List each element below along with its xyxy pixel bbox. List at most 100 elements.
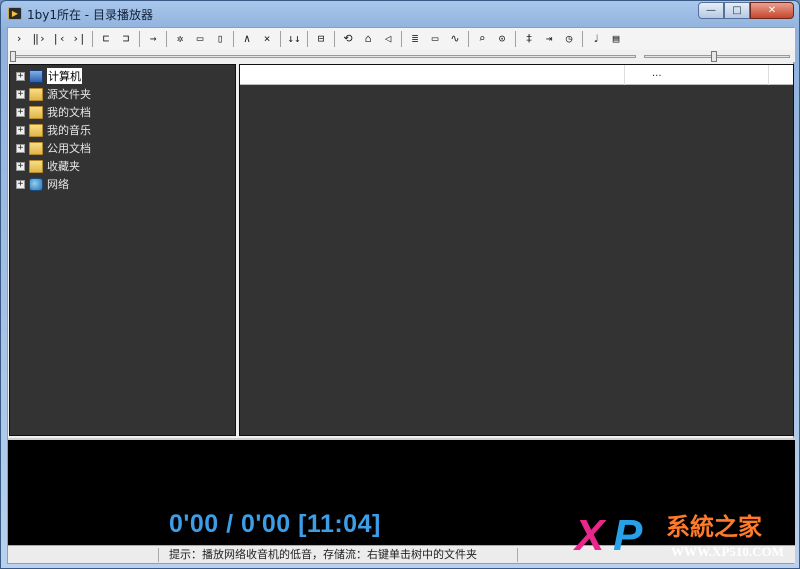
toolbar-separator [515,31,516,47]
minimize-view-button[interactable]: ▭ [191,30,209,48]
previous-button[interactable]: |‹ [50,30,68,48]
list-header[interactable]: ... [240,65,793,85]
pause-button[interactable]: ‖› [30,30,48,48]
tree-item-label: 公用文档 [47,142,91,155]
watermark-x: X [575,511,605,560]
home-button[interactable]: ⌂ [359,30,377,48]
toolbar-separator [139,31,140,47]
seek-slider[interactable] [12,55,636,58]
music-note-icon: ♩ [592,32,600,45]
tree-item[interactable]: + 我的文档 [16,104,91,120]
watermark-url: WWW.XP510.COM [671,544,784,559]
watermark-p: P [613,511,643,560]
home-icon: ⌂ [364,32,372,45]
tree-item[interactable]: + 源文件夹 [16,86,91,102]
expand-icon[interactable]: + [16,143,25,153]
network-icon [29,177,43,191]
folder-forward-icon: ⊐ [122,32,130,45]
folder-forward-button[interactable]: ⊐ [117,30,135,48]
tree-item-label: 我的文档 [47,106,91,119]
clock-button[interactable]: ◷ [560,30,578,48]
title-bar[interactable]: ▶ 1by1所在 - 目录播放器 — □ ✕ [1,1,799,25]
volume-slider-thumb[interactable] [711,51,718,62]
music-note-button[interactable]: ♩ [587,30,605,48]
sort-button[interactable]: ↓↓ [285,30,303,48]
playlist-button[interactable]: ≣ [406,30,424,48]
expand-icon[interactable]: + [16,125,25,135]
toolbar: › ‖› |‹ ›| ⊏ ⊐ → ✲ ▭ ▯ ∧ × ↓↓ ⊟ ⟲ ⌂ ◁ ≣ ▭ ∿ ⌕ ⊙ ‡ ⇥ ◷ ♩ ▤ [8,28,795,50]
wave-file-button[interactable]: ∿ [446,30,464,48]
panel-button[interactable]: ▯ [211,30,229,48]
favorites-icon [29,159,43,173]
tree-item[interactable]: + 我的音乐 [16,122,91,138]
time-readout: 0'00 / 0'00 [11:04] [169,510,381,538]
column-overflow[interactable]: ... [652,68,662,79]
expand-icon[interactable]: + [16,161,25,171]
up-button[interactable]: ∧ [238,30,256,48]
toolbar-separator [307,31,308,47]
sort-icon: ↓↓ [287,32,301,45]
delete-button[interactable]: × [258,30,276,48]
window-controls: — □ ✕ [698,2,794,19]
expand-icon[interactable]: + [16,179,25,189]
folder-back-icon: ⊏ [102,32,110,45]
next-icon: ›| [72,32,86,45]
previous-icon: |‹ [52,32,66,45]
app-window: ▶ 1by1所在 - 目录播放器 — □ ✕ › ‖› |‹ ›| ⊏ ⊐ → ✲ ▭ ▯ ∧ × ↓↓… [0,0,800,569]
play-button[interactable]: › [10,30,28,48]
panel-icon: ▯ [216,32,224,45]
tree-item[interactable]: + 收藏夹 [16,158,80,174]
column-divider[interactable] [768,65,769,85]
next-button[interactable]: ›| [70,30,88,48]
toolbar-separator [92,31,93,47]
client-area: › ‖› |‹ ›| ⊏ ⊐ → ✲ ▭ ▯ ∧ × ↓↓ ⊟ ⟲ ⌂ ◁ ≣ ▭ ∿ ⌕ ⊙ ‡ ⇥ ◷ ♩ ▤ + 计算机 + 源文件… [7,27,795,564]
layout-button[interactable]: ⊟ [312,30,330,48]
tree-item-label: 源文件夹 [47,88,91,101]
toolbar-separator [582,31,583,47]
jump-button[interactable]: → [144,30,162,48]
search-button[interactable]: ⌕ [473,30,491,48]
settings-button[interactable]: ✲ [171,30,189,48]
speaker-icon: ◁ [384,32,392,45]
keyboard-icon: ▭ [431,32,439,45]
up-icon: ∧ [243,32,251,45]
refresh-button[interactable]: ⟲ [339,30,357,48]
public-documents-icon [29,141,43,155]
keyboard-button[interactable]: ▭ [426,30,444,48]
clock-icon: ◷ [565,32,573,45]
app-icon[interactable]: ▶ [8,7,22,20]
tree-item-label: 我的音乐 [47,124,91,137]
wave-file-icon: ∿ [450,32,460,45]
list-options-button[interactable]: ‡ [520,30,538,48]
tree-item[interactable]: + 公用文档 [16,140,91,156]
refresh-icon: ⟲ [343,32,353,45]
maximize-button[interactable]: □ [724,2,750,19]
toolbar-separator [280,31,281,47]
settings-icon: ✲ [176,32,184,45]
expand-icon[interactable]: + [16,71,25,81]
folder-back-button[interactable]: ⊏ [97,30,115,48]
computer-icon [29,69,43,83]
expand-icon[interactable]: + [16,107,25,117]
layout-icon: ⊟ [317,32,325,45]
search-advanced-button[interactable]: ⊙ [493,30,511,48]
file-list[interactable]: ... [239,64,794,436]
watermark-site-name: 系統之家 [666,513,762,541]
list-options-icon: ‡ [525,32,533,45]
expand-icon[interactable]: + [16,89,25,99]
seek-row [8,50,795,62]
exit-button[interactable]: ⇥ [540,30,558,48]
tree-item-label: 计算机 [47,68,82,84]
documents-icon [29,105,43,119]
info-button[interactable]: ▤ [607,30,625,48]
tree-item[interactable]: + 网络 [16,176,69,192]
tree-item[interactable]: + 计算机 [16,68,82,84]
seek-slider-thumb[interactable] [10,51,16,62]
column-divider[interactable] [624,65,625,85]
window-title: 1by1所在 - 目录播放器 [27,8,153,22]
close-button[interactable]: ✕ [750,2,794,19]
speaker-button[interactable]: ◁ [379,30,397,48]
minimize-button[interactable]: — [698,2,724,19]
search-icon: ⌕ [478,32,486,45]
folder-tree[interactable]: + 计算机 + 源文件夹 + 我的文档 + 我的音乐 + 公用文档 + 收藏夹 + 网络 [9,64,236,436]
